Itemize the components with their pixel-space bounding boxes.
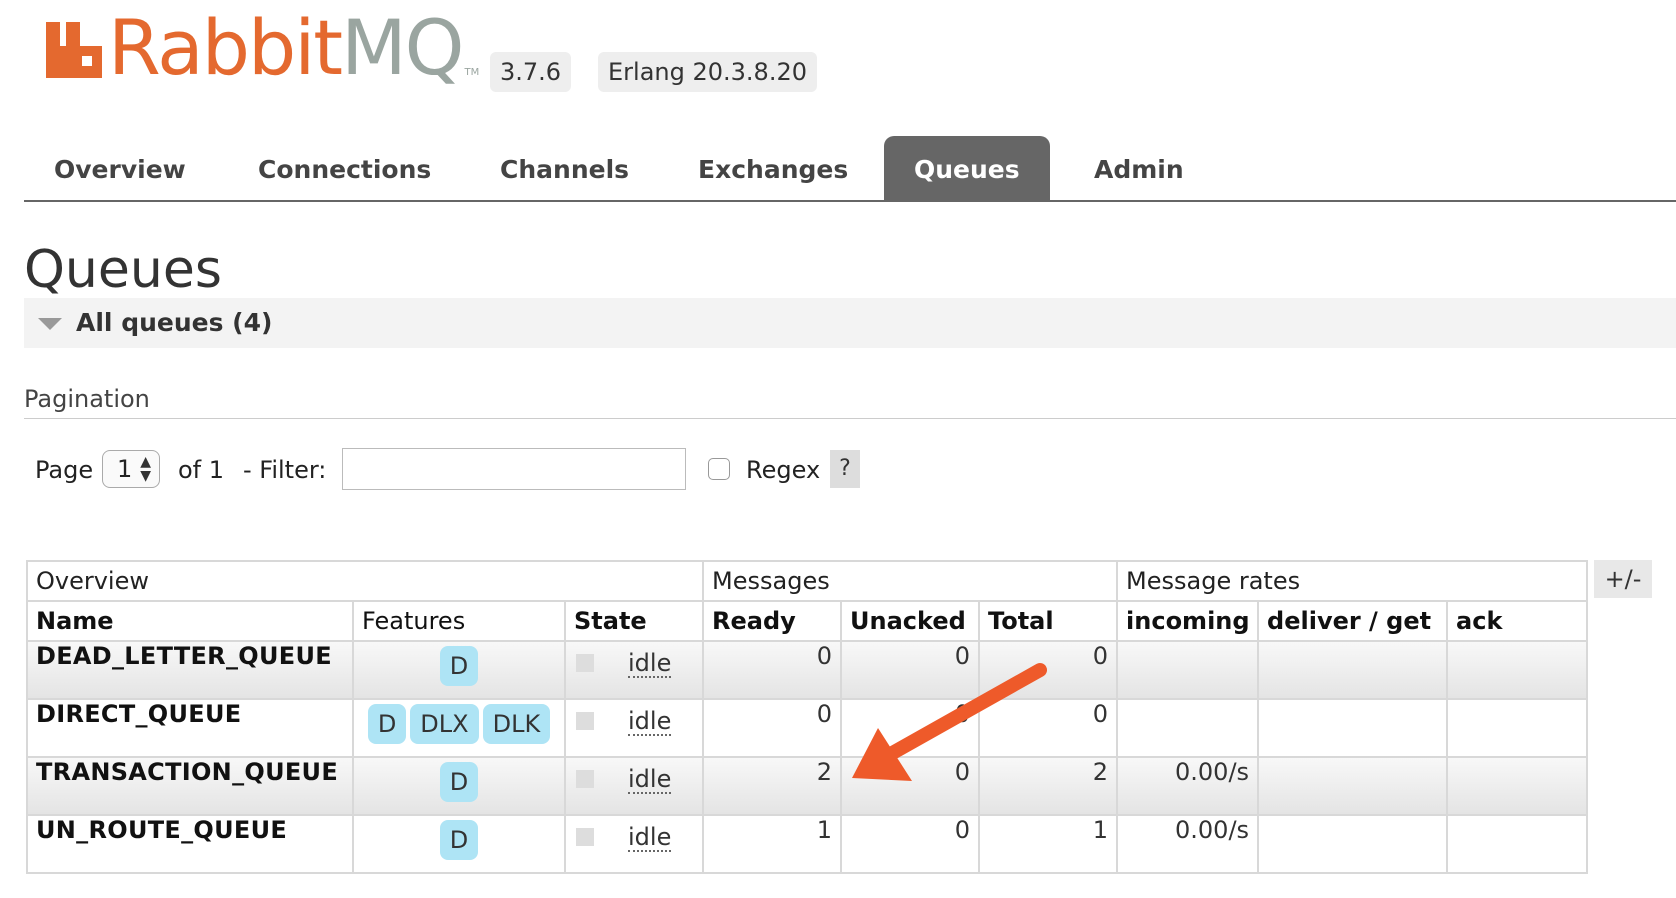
deliver-get-rate <box>1257 756 1449 816</box>
logo-trademark: TM <box>464 67 480 78</box>
total-count: 0 <box>978 640 1119 700</box>
total-count: 0 <box>978 698 1119 758</box>
col-header-features: Features <box>352 600 566 642</box>
state-indicator-icon <box>576 828 594 846</box>
main-nav: Overview Connections Channels Exchanges … <box>24 136 1676 202</box>
state-text: idle <box>628 649 672 678</box>
tab-admin[interactable]: Admin <box>1064 136 1214 200</box>
logo-wordmark-mq: MQ <box>341 3 464 92</box>
queue-name-link[interactable]: DEAD_LETTER_QUEUE <box>26 640 354 700</box>
features-cell: D <box>352 814 566 874</box>
regex-checkbox[interactable] <box>708 458 730 480</box>
deliver-get-rate <box>1257 698 1449 758</box>
state-cell: idle <box>563 756 705 816</box>
col-header-state[interactable]: State <box>563 600 705 642</box>
rabbitmq-version-badge: 3.7.6 <box>490 52 572 92</box>
incoming-rate <box>1116 640 1260 700</box>
total-count: 1 <box>978 814 1119 874</box>
col-header-incoming[interactable]: incoming <box>1116 600 1260 642</box>
ack-rate <box>1446 698 1589 758</box>
filter-label: - Filter: <box>243 456 327 484</box>
queue-name-link[interactable]: DIRECT_QUEUE <box>26 698 354 758</box>
filter-input[interactable] <box>342 448 686 490</box>
rabbitmq-logo: RabbitMQ TM <box>46 10 480 86</box>
unacked-count: 0 <box>840 640 981 700</box>
tab-channels[interactable]: Channels <box>470 136 659 200</box>
regex-help-button[interactable]: ? <box>830 450 860 488</box>
deliver-get-rate <box>1257 814 1449 874</box>
state-text: idle <box>628 823 672 852</box>
col-header-total[interactable]: Total <box>978 600 1119 642</box>
tab-overview[interactable]: Overview <box>24 136 216 200</box>
table-row: TRANSACTION_QUEUE D idle 2 0 2 0.00/s <box>26 756 1589 816</box>
columns-toggle-button[interactable]: +/- <box>1594 560 1652 598</box>
unacked-count: 0 <box>840 756 981 816</box>
state-text: idle <box>628 707 672 736</box>
unacked-count: 0 <box>840 814 981 874</box>
page-label: Page <box>35 456 94 484</box>
select-updown-icon: ▲ ▼ <box>140 454 151 484</box>
page-select-value: 1 <box>117 455 133 483</box>
rabbitmq-logo-icon <box>46 22 102 78</box>
features-cell: D DLX DLK <box>352 698 566 758</box>
ack-rate <box>1446 814 1589 874</box>
regex-label: Regex <box>746 456 821 484</box>
incoming-rate <box>1116 698 1260 758</box>
feature-badge: DLK <box>482 704 551 744</box>
page-select[interactable]: 1 ▲ ▼ <box>102 450 160 488</box>
group-header-overview: Overview <box>25 560 705 602</box>
ack-rate <box>1446 640 1589 700</box>
features-cell: D <box>352 756 566 816</box>
pagination-heading: Pagination <box>24 385 150 413</box>
col-header-ready[interactable]: Ready <box>702 600 843 642</box>
feature-badge: D <box>439 820 479 860</box>
ready-count: 2 <box>702 756 843 816</box>
page-title: Queues <box>24 240 222 300</box>
collapse-triangle-icon <box>38 318 62 330</box>
logo-wordmark: RabbitMQ <box>108 10 465 86</box>
all-queues-section-toggle[interactable]: All queues (4) <box>24 298 1676 348</box>
state-cell: idle <box>563 698 705 758</box>
col-header-deliver-get[interactable]: deliver / get <box>1257 600 1449 642</box>
feature-badge: D <box>367 704 407 744</box>
ready-count: 0 <box>702 640 843 700</box>
feature-badge: DLX <box>410 704 479 744</box>
section-title: All queues (4) <box>76 308 273 337</box>
state-indicator-icon <box>576 712 594 730</box>
state-indicator-icon <box>576 654 594 672</box>
group-header-messages: Messages <box>702 560 1119 602</box>
state-cell: idle <box>563 814 705 874</box>
feature-badge: D <box>439 762 479 802</box>
pagination-divider <box>24 418 1676 419</box>
queue-name-link[interactable]: UN_ROUTE_QUEUE <box>26 814 354 874</box>
feature-badge: D <box>439 646 479 686</box>
tab-exchanges[interactable]: Exchanges <box>668 136 878 200</box>
features-cell: D <box>352 640 566 700</box>
ack-rate <box>1446 756 1589 816</box>
unacked-count: 0 <box>840 698 981 758</box>
col-header-name[interactable]: Name <box>26 600 354 642</box>
ready-count: 0 <box>702 698 843 758</box>
group-header-message-rates: Message rates <box>1116 560 1589 602</box>
logo-wordmark-rabbit: Rabbit <box>108 3 343 92</box>
state-text: idle <box>628 765 672 794</box>
incoming-rate: 0.00/s <box>1116 756 1260 816</box>
col-header-ack[interactable]: ack <box>1446 600 1589 642</box>
incoming-rate: 0.00/s <box>1116 814 1260 874</box>
total-count: 2 <box>978 756 1119 816</box>
table-row: DIRECT_QUEUE D DLX DLK idle 0 0 0 <box>26 698 1589 758</box>
state-cell: idle <box>563 640 705 700</box>
page-of-label: of 1 <box>178 456 225 484</box>
table-row: UN_ROUTE_QUEUE D idle 1 0 1 0.00/s <box>26 814 1589 874</box>
ready-count: 1 <box>702 814 843 874</box>
erlang-version-badge: Erlang 20.3.8.20 <box>598 52 817 92</box>
state-indicator-icon <box>576 770 594 788</box>
table-row: DEAD_LETTER_QUEUE D idle 0 0 0 <box>26 640 1589 700</box>
queues-table: Overview Messages Message rates Name Fea… <box>25 560 1589 874</box>
deliver-get-rate <box>1257 640 1449 700</box>
col-header-unacked[interactable]: Unacked <box>840 600 981 642</box>
tab-connections[interactable]: Connections <box>228 136 461 200</box>
queue-name-link[interactable]: TRANSACTION_QUEUE <box>26 756 354 816</box>
tab-queues[interactable]: Queues <box>884 136 1050 200</box>
